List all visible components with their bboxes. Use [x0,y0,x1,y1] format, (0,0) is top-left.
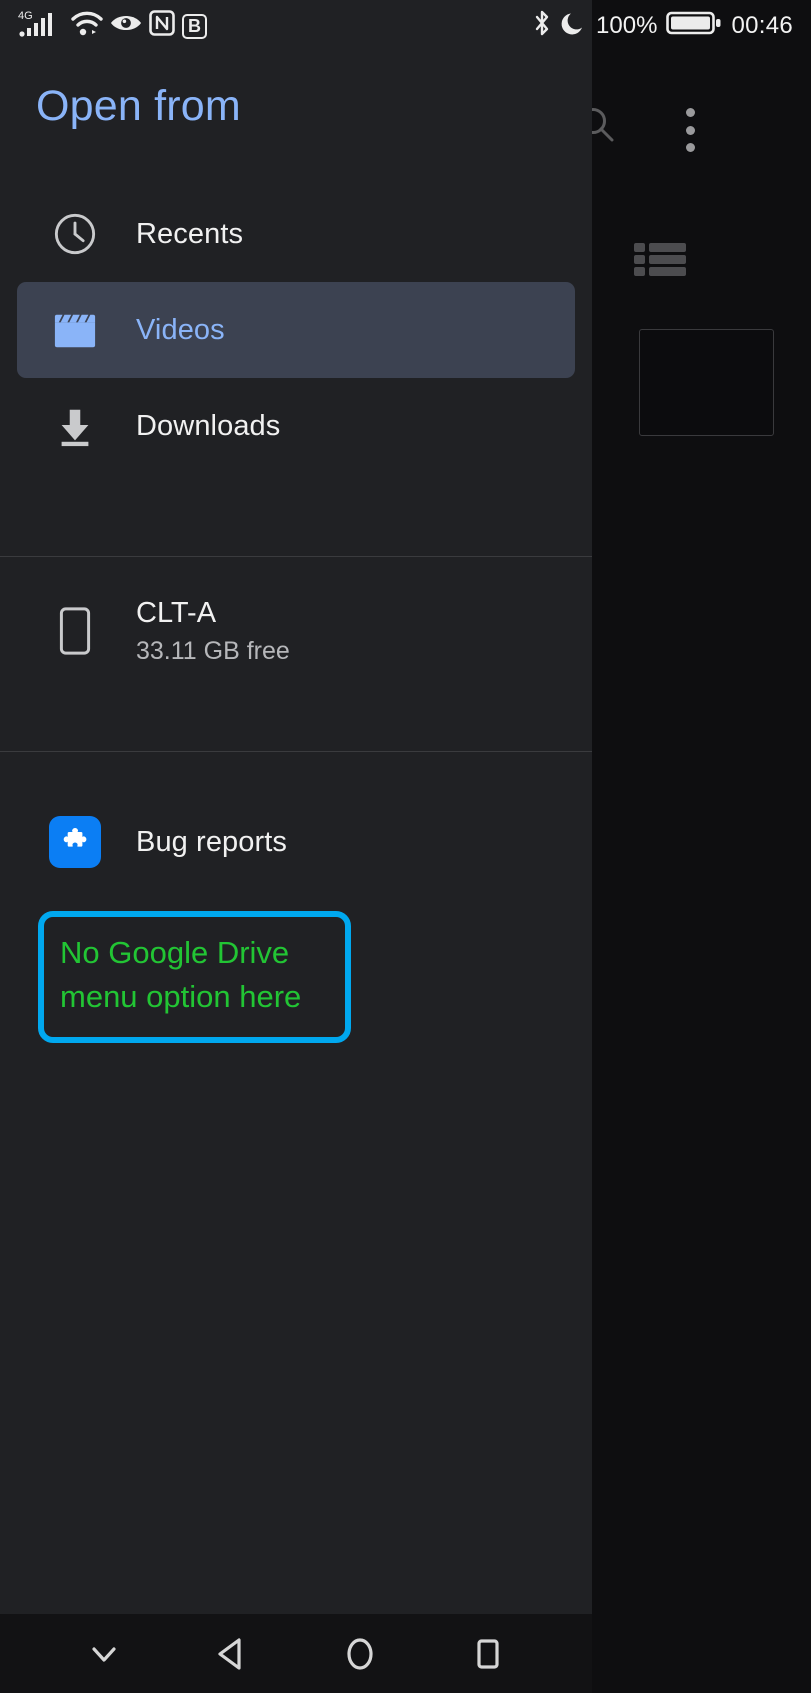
clock-icon [52,211,98,257]
file-card[interactable] [639,329,774,436]
bluetooth-b-icon: B [182,13,207,39]
status-bar: 4G B 100% 00:46 [0,0,811,52]
device-name: CLT-A [136,596,217,629]
sidebar-item-downloads[interactable]: Downloads [0,378,592,474]
dot [685,143,695,152]
status-clock: 00:46 [731,12,793,39]
more-vert-icon[interactable] [681,108,699,152]
sidebar-item-label: Videos [136,313,225,346]
section-divider [0,751,592,752]
phone-screen: Open from Recents Videos Downloads CLT-A… [0,0,811,1693]
home-button[interactable] [325,1619,395,1689]
sidebar-item-recents[interactable]: Recents [0,186,592,282]
annotation-callout: No Google Drive menu option here [38,911,351,1044]
sidebar-item-label: Bug reports [136,825,288,858]
device-free-space: 33.11 GB free [136,636,290,665]
movie-clapper-icon [52,307,98,353]
sidebar-item-label: Recents [136,217,244,250]
back-button[interactable] [197,1619,267,1689]
eye-icon [110,12,142,40]
recents-button[interactable] [453,1619,523,1689]
storage-section: CLT-A 33.11 GB free [0,557,592,705]
list-view-icon[interactable] [634,242,686,278]
sidebar-item-bug-reports[interactable]: Bug reports [0,784,592,900]
status-icons-right: 100% 00:46 [532,9,793,43]
battery-percent: 100% [596,12,658,39]
battery-full-icon [666,9,722,43]
sidebar-item-videos[interactable]: Videos [17,282,575,378]
bluetooth-icon [532,9,552,43]
open-from-drawer: Open from Recents Videos Downloads CLT-A… [0,0,592,1614]
page-title: Open from [36,82,241,130]
drawer-nav-list: Recents Videos Downloads [0,186,592,474]
nfc-icon [149,10,175,42]
sidebar-item-label: Downloads [136,409,281,442]
dot [685,125,695,135]
annotation-text: No Google Drive menu option here [60,935,302,1015]
nav-buttons-group [0,1614,592,1693]
system-navigation-bar [0,1614,811,1693]
hide-keyboard-button[interactable] [69,1619,139,1689]
sidebar-item-device[interactable]: CLT-A 33.11 GB free [0,557,592,705]
apps-section: Bug reports [0,784,592,900]
svg-text:4G: 4G [18,10,33,22]
moon-icon [561,10,587,42]
signal-icon: 4G [18,8,64,44]
puzzle-piece-icon [49,816,101,868]
phone-icon [52,607,98,655]
dot [685,108,695,117]
download-icon [52,403,98,449]
device-text: CLT-A 33.11 GB free [136,597,290,666]
wifi-icon [71,9,103,43]
status-icons-left: 4G B [18,8,207,44]
